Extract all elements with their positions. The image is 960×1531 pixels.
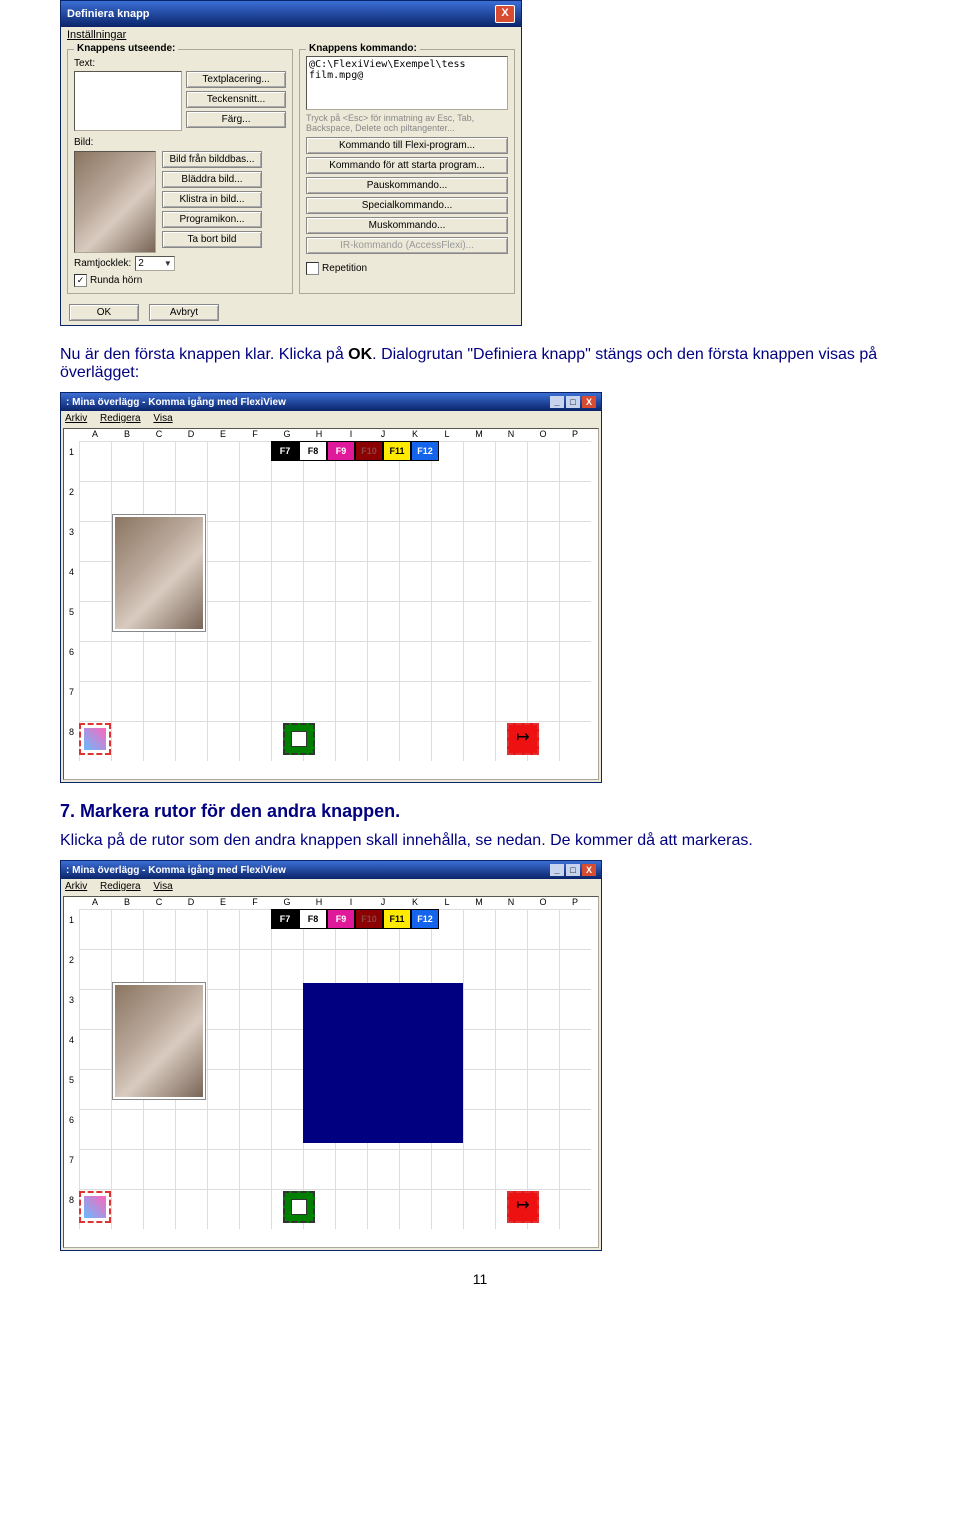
f8-key: F8: [299, 441, 327, 461]
grid-surface[interactable]: ABCD EFGH IJKL MNOP 1234 5678 F7 F8 F9 F…: [63, 896, 599, 1248]
cancel-button[interactable]: Avbryt: [149, 304, 219, 321]
command-hint: Tryck på <Esc> för inmatning av Esc, Tab…: [306, 113, 508, 133]
chevron-down-icon: ▼: [164, 259, 172, 268]
menu-edit[interactable]: Redigera: [100, 881, 141, 892]
dialog-title: Definiera knapp: [67, 8, 150, 20]
border-thickness-label: Ramtjocklek:: [74, 258, 131, 269]
grid-window-title: : Mina överlägg - Komma igång med FlexiV…: [66, 865, 286, 876]
f9-key: F9: [327, 909, 355, 929]
border-thickness-value: 2: [138, 258, 144, 269]
text-placement-button[interactable]: Textplacering...: [186, 71, 286, 88]
program-icon-button[interactable]: Programikon...: [162, 211, 262, 228]
column-headers: ABCD EFGH IJKL MNOP: [79, 897, 598, 907]
grid-titlebar: : Mina överlägg - Komma igång med FlexiV…: [61, 861, 601, 879]
command-group: Knappens kommando: @C:\FlexiView\Exempel…: [299, 49, 515, 294]
grid-window-title: : Mina överlägg - Komma igång med FlexiV…: [66, 397, 286, 408]
f7-key: F7: [271, 441, 299, 461]
pause-command-button[interactable]: Pauskommando...: [306, 177, 508, 194]
menu-view[interactable]: Visa: [153, 881, 172, 892]
repetition-label: Repetition: [322, 263, 367, 274]
command-textarea[interactable]: @C:\FlexiView\Exempel\tess film.mpg@: [306, 56, 508, 110]
f10-key: F10: [355, 441, 383, 461]
checkbox-icon: [306, 262, 319, 275]
appearance-label: Knappens utseende:: [74, 43, 178, 54]
f8-key: F8: [299, 909, 327, 929]
font-button[interactable]: Teckensnitt...: [186, 91, 286, 108]
grid-surface[interactable]: ABCD EFGH IJKL MNOP 1234 5678 F7 F8 F9 F…: [63, 428, 599, 780]
f10-key: F10: [355, 909, 383, 929]
bottom-right-icon[interactable]: ↦: [507, 1191, 539, 1223]
overlay-grid-window-2: : Mina överlägg - Komma igång med FlexiV…: [60, 860, 602, 1251]
close-icon[interactable]: X: [582, 396, 596, 408]
paragraph-2: Klicka på de rutor som den andra knappen…: [60, 832, 900, 850]
menu-edit[interactable]: Redigera: [100, 413, 141, 424]
grid-titlebar: : Mina överlägg - Komma igång med FlexiV…: [61, 393, 601, 411]
checkbox-icon: ✓: [74, 274, 87, 287]
f7-key: F7: [271, 909, 299, 929]
paste-image-button[interactable]: Klistra in bild...: [162, 191, 262, 208]
color-button[interactable]: Färg...: [186, 111, 286, 128]
browse-image-button[interactable]: Bläddra bild...: [162, 171, 262, 188]
remove-image-button[interactable]: Ta bort bild: [162, 231, 262, 248]
menu-file[interactable]: Arkiv: [65, 413, 87, 424]
overlay-grid-window-1: : Mina överlägg - Komma igång med FlexiV…: [60, 392, 602, 783]
grid-menubar[interactable]: Arkiv Redigera Visa: [61, 411, 601, 426]
bottom-mid-icon[interactable]: [283, 723, 315, 755]
ok-button[interactable]: OK: [69, 304, 139, 321]
ir-command-button: IR-kommando (AccessFlexi)...: [306, 237, 508, 254]
maximize-icon[interactable]: □: [566, 396, 580, 408]
grid-selection[interactable]: [303, 983, 463, 1143]
image-preview: [74, 151, 156, 253]
f9-key: F9: [327, 441, 355, 461]
minimize-icon[interactable]: _: [550, 396, 564, 408]
bottom-left-icon[interactable]: [79, 723, 111, 755]
bottom-left-icon[interactable]: [79, 1191, 111, 1223]
start-program-command-button[interactable]: Kommando för att starta program...: [306, 157, 508, 174]
f12-key: F12: [411, 909, 439, 929]
dialog-menubar[interactable]: Inställningar: [61, 27, 521, 43]
maximize-icon[interactable]: □: [566, 864, 580, 876]
row-headers: 1234 5678: [69, 915, 74, 1235]
menu-file[interactable]: Arkiv: [65, 881, 87, 892]
f12-key: F12: [411, 441, 439, 461]
dialog-titlebar: Definiera knapp X: [61, 1, 521, 27]
grid-body[interactable]: F7 F8 F9 F10 F11 F12 ↦: [79, 441, 591, 761]
round-corners-label: Runda hörn: [90, 275, 142, 286]
column-headers: ABCD EFGH IJKL MNOP: [79, 429, 598, 439]
heading-7: 7. Markera rutor för den andra knappen.: [60, 801, 900, 822]
text-input[interactable]: [74, 71, 182, 131]
image-from-db-button[interactable]: Bild från bilddbas...: [162, 151, 262, 168]
grid-body[interactable]: F7 F8 F9 F10 F11 F12 ↦: [79, 909, 591, 1229]
menu-view[interactable]: Visa: [153, 413, 172, 424]
f11-key: F11: [383, 441, 411, 461]
row-headers: 1234 5678: [69, 447, 74, 767]
cat-button-cell[interactable]: [113, 983, 205, 1099]
appearance-group: Knappens utseende: Text: Textplacering..…: [67, 49, 293, 294]
command-group-label: Knappens kommando:: [306, 43, 420, 54]
page-number: 11: [60, 1271, 900, 1287]
menu-settings[interactable]: Inställningar: [67, 29, 126, 41]
function-keys-row: F7 F8 F9 F10 F11 F12: [271, 441, 439, 461]
minimize-icon[interactable]: _: [550, 864, 564, 876]
close-icon[interactable]: X: [495, 5, 515, 23]
repetition-checkbox[interactable]: Repetition: [306, 262, 508, 275]
paragraph-1: Nu är den första knappen klar. Klicka på…: [60, 346, 900, 382]
function-keys-row: F7 F8 F9 F10 F11 F12: [271, 909, 439, 929]
grid-menubar[interactable]: Arkiv Redigera Visa: [61, 879, 601, 894]
special-command-button[interactable]: Specialkommando...: [306, 197, 508, 214]
cat-button-cell[interactable]: [113, 515, 205, 631]
round-corners-checkbox[interactable]: ✓ Runda hörn: [74, 274, 286, 287]
bottom-right-icon[interactable]: ↦: [507, 723, 539, 755]
image-label: Bild:: [74, 137, 286, 148]
mouse-command-button[interactable]: Muskommando...: [306, 217, 508, 234]
close-icon[interactable]: X: [582, 864, 596, 876]
f11-key: F11: [383, 909, 411, 929]
text-label: Text:: [74, 58, 286, 69]
border-thickness-select[interactable]: 2 ▼: [135, 256, 174, 271]
define-button-dialog: Definiera knapp X Inställningar Knappens…: [60, 0, 522, 326]
bottom-mid-icon[interactable]: [283, 1191, 315, 1223]
flexi-command-button[interactable]: Kommando till Flexi-program...: [306, 137, 508, 154]
